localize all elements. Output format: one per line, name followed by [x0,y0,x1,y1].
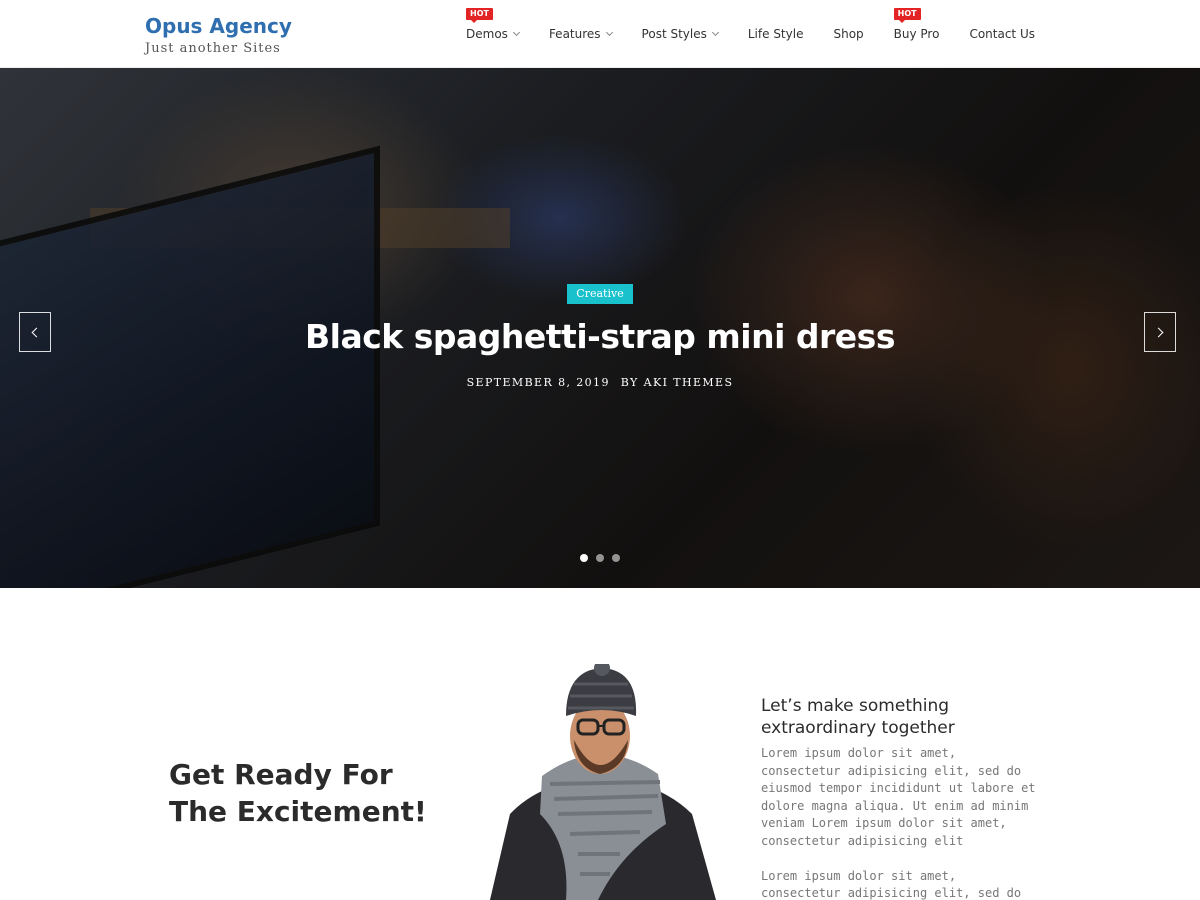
nav-item-buy-pro[interactable]: HOT Buy Pro [879,0,955,68]
about-section: Get Ready For The Excitement! Let’s make… [0,588,1200,900]
about-heading: Get Ready For The Excitement! [169,758,427,828]
about-text-block: Let’s make something extraordinary toget… [761,695,1041,900]
chevron-down-icon [512,28,520,36]
slider-pagination [0,554,1200,562]
about-paragraph-2: Lorem ipsum dolor sit amet, consectetur … [761,868,1022,900]
nav-label: Life Style [747,27,804,41]
nav-item-demos[interactable]: HOT Demos [451,0,534,68]
hero-caption: Creative Black spaghetti-strap mini dres… [0,284,1200,389]
nav-item-features[interactable]: Features [534,0,627,68]
post-date[interactable]: September 8, 2019 [467,376,610,389]
slider-dot-3[interactable] [612,554,620,562]
site-tagline: Just another Sites [145,41,281,56]
slider-prev-button[interactable] [19,312,51,352]
nav-item-contact-us[interactable]: Contact Us [954,0,1050,68]
nav-item-post-styles[interactable]: Post Styles [627,0,733,68]
category-badge[interactable]: Creative [567,284,633,304]
nav-item-life-style[interactable]: Life Style [733,0,819,68]
chevron-right-icon [1153,327,1164,337]
nav-label: Buy Pro [893,27,940,41]
hot-badge: HOT [893,8,921,23]
chevron-left-icon [31,327,42,337]
slider-next-button[interactable] [1144,312,1176,352]
nav-item-shop[interactable]: Shop [818,0,878,68]
site-title-link[interactable]: Opus Agency [145,13,292,39]
nav-label: Shop [833,27,864,41]
main-nav: HOT Demos Features Post Styles Life Styl… [451,0,1050,68]
chevron-down-icon [605,28,613,36]
nav-label: Features [548,27,601,41]
person-photo [470,660,730,900]
slider-dot-1[interactable] [580,554,588,562]
hero-slider: Creative Black spaghetti-strap mini dres… [0,68,1200,588]
person-illustration [490,660,716,900]
post-meta: September 8, 2019 By Aki Themes [0,376,1200,389]
site-branding: Opus Agency Just another Sites [145,13,292,57]
site-header: Opus Agency Just another Sites HOT Demos… [0,0,1200,68]
hero-title[interactable]: Black spaghetti-strap mini dress [0,317,1200,357]
post-author[interactable]: By Aki Themes [621,376,734,389]
about-subheading: Let’s make something extraordinary toget… [761,696,955,738]
about-paragraph-1: Lorem ipsum dolor sit amet, consectetur … [761,746,1036,848]
slider-dot-2[interactable] [596,554,604,562]
nav-label: Demos [466,27,508,41]
nav-label: Post Styles [641,27,707,41]
nav-label: Contact Us [969,27,1035,41]
chevron-down-icon [711,28,719,36]
hot-badge: HOT [466,8,493,23]
